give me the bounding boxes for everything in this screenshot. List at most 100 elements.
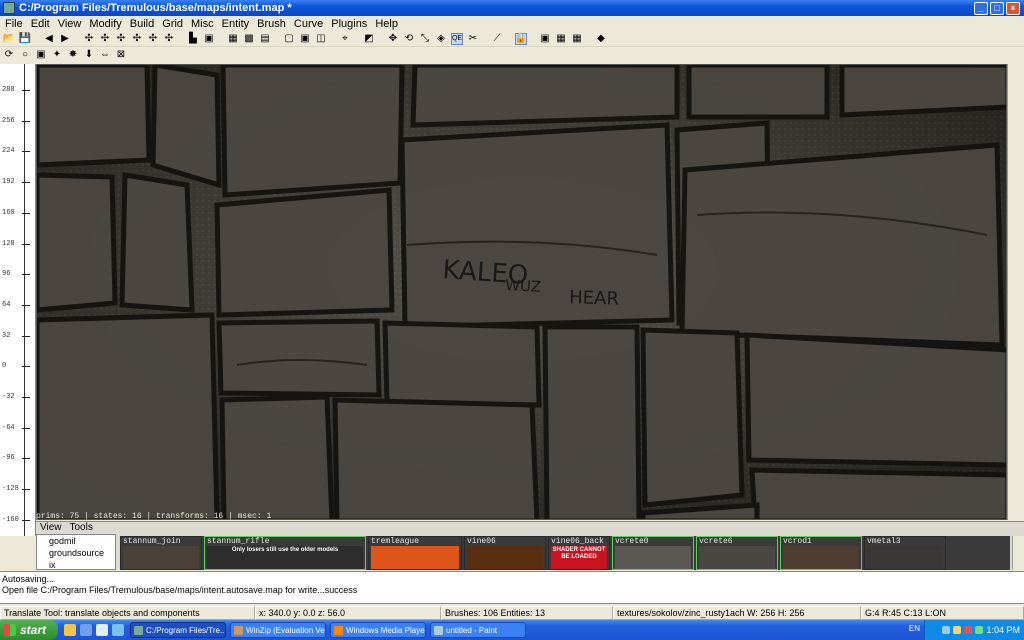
texture-browser-icon[interactable]: ▣: [35, 49, 47, 61]
ruler-label: -32: [2, 393, 15, 401]
translate-tool-icon[interactable]: ✥: [387, 33, 399, 45]
menu-view[interactable]: View: [55, 18, 87, 30]
texture-thumb[interactable]: vcrete0: [612, 536, 694, 570]
secondary-toolbar: ⟳ ○ ▣ ✦ ✸ ⬇ ⇔ ⊠: [0, 47, 1024, 63]
menu-modify[interactable]: Modify: [86, 18, 126, 30]
menu-misc[interactable]: Misc: [188, 18, 219, 30]
arrow-down-icon[interactable]: ⬇: [83, 49, 95, 61]
select-complete-tall-icon[interactable]: ▙: [187, 33, 199, 45]
make-hollow-icon[interactable]: ▤: [259, 33, 271, 45]
tray-network-icon[interactable]: [942, 626, 951, 634]
task-app-icon: [234, 625, 243, 635]
texture-tree-item[interactable]: ix: [49, 559, 115, 571]
ruler-label: 160: [2, 208, 15, 217]
minimize-button[interactable]: _: [974, 1, 988, 15]
texture-thumb[interactable]: vine06: [464, 536, 546, 570]
start-button[interactable]: start: [0, 620, 58, 640]
texture-thumb[interactable]: vine06_back SHADER CANNOT BE LOADED: [548, 536, 610, 570]
app-icon: [3, 2, 15, 14]
flip-z-icon[interactable]: ✣: [115, 33, 127, 45]
texture-thumb[interactable]: stannum_join: [120, 536, 202, 570]
title-bar[interactable]: C:/Program Files/Tremulous/base/maps/int…: [0, 0, 1024, 16]
patch-grid-icon[interactable]: ▦: [555, 33, 567, 45]
patch-bend-icon[interactable]: ⟋: [491, 33, 503, 45]
viewport-scrollbar[interactable]: [1007, 64, 1024, 520]
texture-thumb[interactable]: stannum_rifle Only losers still use the o…: [204, 536, 366, 570]
menu-entity[interactable]: Entity: [219, 18, 255, 30]
status-counts: Brushes: 106 Entities: 13: [441, 605, 613, 620]
clock[interactable]: 1:04 PM: [986, 625, 1020, 635]
menu-help[interactable]: Help: [372, 18, 403, 30]
menu-build[interactable]: Build: [127, 18, 159, 30]
refresh-models-icon[interactable]: ⟳: [3, 49, 15, 61]
patch-thicken-icon[interactable]: ▦: [571, 33, 583, 45]
taskbar-button[interactable]: C:/Program Files/Tre...: [130, 622, 226, 638]
cubic-clip-icon[interactable]: ◫: [315, 33, 327, 45]
menu-file[interactable]: File: [2, 18, 28, 30]
flip-y-icon[interactable]: ✣: [99, 33, 111, 45]
sphere-icon[interactable]: ○: [19, 49, 31, 61]
quicklaunch-ie-icon[interactable]: [80, 624, 92, 636]
patch-inspector-icon[interactable]: ▣: [539, 33, 551, 45]
quicklaunch-firefox-icon[interactable]: [64, 624, 76, 636]
console-line: Open file C:/Program Files/Tremulous/bas…: [2, 585, 358, 595]
task-label: WinZip (Evaluation Ve...: [246, 625, 326, 635]
monster-icon[interactable]: ✸: [67, 49, 79, 61]
flip-icon[interactable]: ⇔: [99, 49, 111, 61]
view-origin-icon[interactable]: ▣: [299, 33, 311, 45]
ruler-label: 288: [2, 86, 15, 94]
texture-tree[interactable]: godmil groundsource ix: [36, 534, 116, 570]
camera-viewport[interactable]: KALEO WUZ HEAR: [36, 64, 1007, 520]
menu-curve[interactable]: Curve: [291, 18, 328, 30]
rotate-y-icon[interactable]: ✣: [147, 33, 159, 45]
rotate-z-icon[interactable]: ✣: [163, 33, 175, 45]
plugin-icon[interactable]: ◆: [595, 33, 607, 45]
close-button[interactable]: ×: [1006, 1, 1020, 15]
entity-icon[interactable]: ✦: [51, 49, 63, 61]
camera-icon[interactable]: ⌖: [339, 33, 351, 45]
menu-plugins[interactable]: Plugins: [328, 18, 372, 30]
undo-icon[interactable]: ◀: [43, 33, 55, 45]
tray-volume-icon[interactable]: [953, 626, 962, 634]
qe-tool-icon[interactable]: QE: [451, 32, 463, 45]
tray-security-icon[interactable]: [964, 626, 973, 634]
redo-icon[interactable]: ▶: [59, 33, 71, 45]
maximize-button[interactable]: □: [990, 1, 1004, 15]
csg-subtract-icon[interactable]: ▦: [227, 33, 239, 45]
menu-edit[interactable]: Edit: [28, 18, 55, 30]
drag-tool-icon[interactable]: ◈: [435, 33, 447, 45]
texture-tree-item[interactable]: godmil: [49, 535, 115, 547]
texture-lock-icon[interactable]: ◩: [363, 33, 375, 45]
language-indicator[interactable]: EN: [909, 624, 920, 633]
rotate-tool-icon[interactable]: ⟲: [403, 33, 415, 45]
menu-brush[interactable]: Brush: [254, 18, 291, 30]
task-label: C:/Program Files/Tre...: [146, 625, 226, 635]
texture-thumb[interactable]: vmetal3: [864, 536, 946, 570]
quicklaunch-more-icon[interactable]: [112, 624, 124, 636]
texture-thumb[interactable]: tremleague: [368, 536, 462, 570]
taskbar-button[interactable]: Windows Media Player: [330, 622, 426, 638]
clipper-tool-icon[interactable]: ✂: [467, 33, 479, 45]
texture-menu-view[interactable]: View: [36, 522, 66, 534]
texture-menu-tools[interactable]: Tools: [66, 522, 97, 534]
scale-tool-icon[interactable]: ⤡: [419, 33, 431, 45]
quicklaunch-desktop-icon[interactable]: [96, 624, 108, 636]
texture-thumb-name: tremleague: [371, 537, 420, 546]
lock-icon[interactable]: 🔒: [515, 32, 527, 45]
csg-merge-icon[interactable]: ▩: [243, 33, 255, 45]
texture-thumb[interactable]: vcrete6: [696, 536, 778, 570]
menu-grid[interactable]: Grid: [159, 18, 188, 30]
rotate-x-icon[interactable]: ✣: [131, 33, 143, 45]
texture-thumb[interactable]: vcrod1: [780, 536, 862, 570]
select-touching-icon[interactable]: ▣: [203, 33, 215, 45]
texture-tree-item[interactable]: groundsource: [49, 547, 115, 559]
open-icon[interactable]: 📂: [3, 33, 15, 45]
texture-scrollbar[interactable]: [1012, 536, 1024, 570]
save-icon[interactable]: 💾: [19, 33, 31, 45]
tray-app-icon[interactable]: [975, 626, 984, 634]
caulk-icon[interactable]: ⊠: [115, 49, 127, 61]
taskbar-button[interactable]: untitled - Paint: [430, 622, 526, 638]
taskbar-button[interactable]: WinZip (Evaluation Ve...: [230, 622, 326, 638]
flip-x-icon[interactable]: ✣: [83, 33, 95, 45]
view-change-icon[interactable]: ▢: [283, 33, 295, 45]
